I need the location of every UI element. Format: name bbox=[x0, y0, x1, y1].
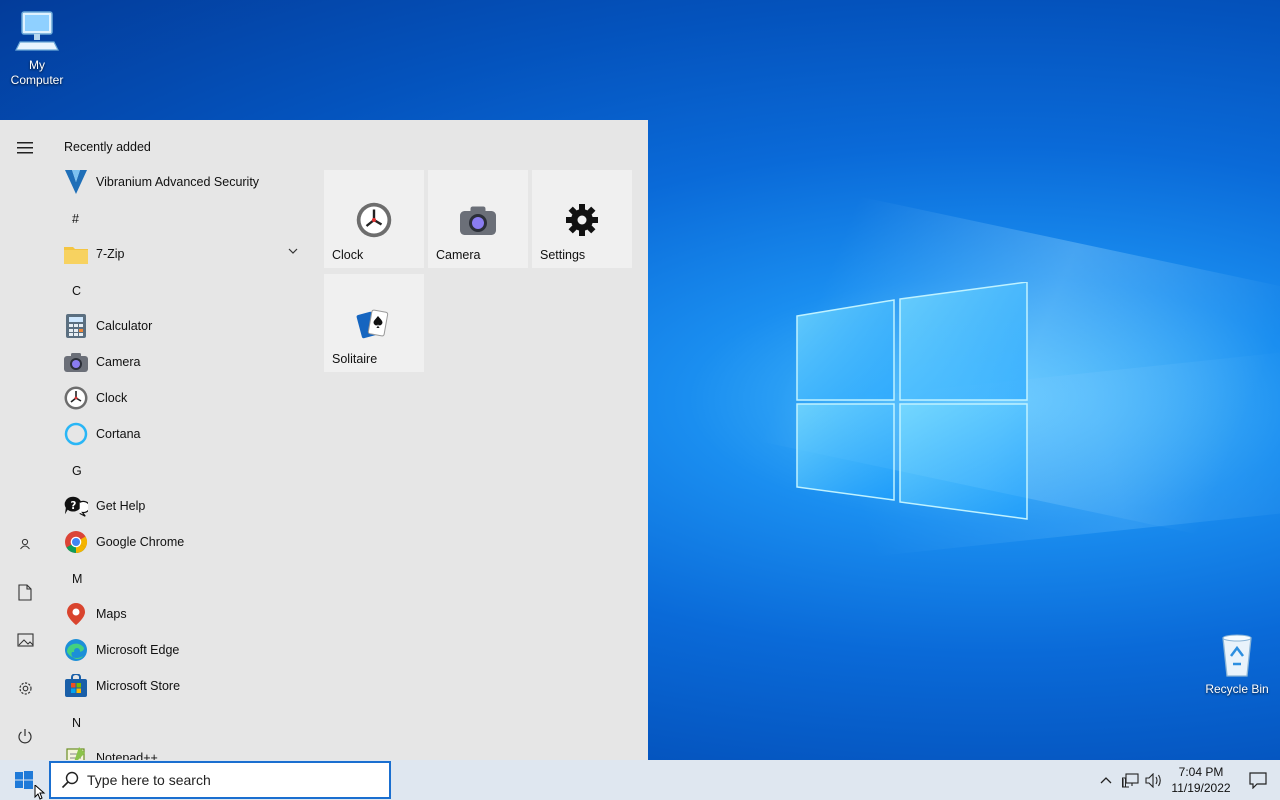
clock-icon bbox=[354, 200, 394, 240]
rail-power-button[interactable] bbox=[0, 716, 50, 756]
group-header-n[interactable]: N bbox=[72, 716, 81, 730]
tile-settings[interactable]: Settings bbox=[532, 170, 632, 268]
rail-settings-button[interactable] bbox=[0, 668, 50, 708]
app-item-label: Microsoft Edge bbox=[96, 643, 180, 657]
rail-pictures-button[interactable] bbox=[0, 620, 50, 660]
show-hidden-icons-button[interactable] bbox=[1094, 760, 1118, 800]
volume-icon bbox=[1145, 772, 1161, 788]
camera-icon bbox=[458, 200, 498, 240]
app-item-label: Google Chrome bbox=[96, 535, 185, 549]
action-center-icon bbox=[1249, 771, 1267, 789]
recently-added-header: Recently added bbox=[64, 140, 151, 154]
folder-icon bbox=[64, 242, 88, 266]
action-center-button[interactable] bbox=[1236, 760, 1280, 800]
windows-logo-icon bbox=[15, 771, 33, 789]
desktop-icon-my-computer[interactable]: My Computer bbox=[0, 8, 74, 88]
app-item-label: Notepad++ bbox=[96, 751, 158, 760]
rail-user-button[interactable] bbox=[0, 524, 50, 564]
network-icon bbox=[1121, 772, 1139, 788]
desktop-icon-label: Recycle Bin bbox=[1205, 682, 1269, 696]
chevron-down-icon[interactable] bbox=[288, 248, 298, 254]
app-item-notepad-plus-plus[interactable]: Notepad++ bbox=[52, 740, 308, 760]
app-item-label: Camera bbox=[96, 355, 141, 369]
app-item-maps[interactable]: Maps bbox=[52, 596, 308, 632]
wallpaper-windows-logo bbox=[796, 282, 1028, 520]
taskbar: Type here to search 7:04 PM 11/19/2022 bbox=[0, 760, 1280, 800]
computer-icon bbox=[15, 11, 59, 51]
chevron-up-icon bbox=[1100, 777, 1112, 784]
clock-time: 7:04 PM bbox=[1178, 765, 1224, 779]
app-item-label: Vibranium Advanced Security bbox=[96, 175, 260, 189]
system-tray: 7:04 PM 11/19/2022 bbox=[1094, 760, 1280, 800]
camera-icon bbox=[64, 350, 88, 374]
app-item-microsoft-edge[interactable]: Microsoft Edge bbox=[52, 632, 308, 668]
cortana-icon bbox=[64, 422, 88, 446]
group-header-c[interactable]: C bbox=[72, 284, 81, 298]
search-box[interactable]: Type here to search bbox=[49, 761, 391, 799]
app-item-cortana[interactable]: Cortana bbox=[52, 416, 308, 452]
solitaire-icon bbox=[354, 304, 394, 344]
group-header-hash[interactable]: # bbox=[72, 212, 79, 226]
hamburger-menu-button[interactable] bbox=[0, 128, 50, 168]
user-icon bbox=[20, 538, 30, 550]
rail-documents-button[interactable] bbox=[0, 572, 50, 612]
app-list: Recently added Vibranium Advanced Securi… bbox=[52, 120, 310, 760]
power-icon bbox=[18, 729, 32, 744]
hamburger-icon bbox=[17, 142, 33, 154]
store-icon bbox=[64, 674, 88, 698]
recycle-bin-icon bbox=[1222, 634, 1252, 677]
tile-label: Camera bbox=[436, 248, 481, 262]
app-item-7zip[interactable]: 7-Zip bbox=[52, 236, 308, 272]
app-item-clock[interactable]: Clock bbox=[52, 380, 308, 416]
app-item-calculator[interactable]: Calculator bbox=[52, 308, 308, 344]
taskbar-clock[interactable]: 7:04 PM 11/19/2022 bbox=[1166, 764, 1236, 796]
app-item-vibranium[interactable]: Vibranium Advanced Security bbox=[52, 164, 308, 200]
group-header-g[interactable]: G bbox=[72, 464, 82, 478]
tile-solitaire[interactable]: Solitaire bbox=[324, 274, 424, 372]
calculator-icon bbox=[64, 314, 88, 338]
clock-icon bbox=[64, 386, 88, 410]
app-item-label: 7-Zip bbox=[96, 247, 125, 261]
app-item-label: Cortana bbox=[96, 427, 141, 441]
app-item-microsoft-store[interactable]: Microsoft Store bbox=[52, 668, 308, 704]
gear-icon bbox=[562, 200, 602, 240]
vibranium-icon bbox=[64, 170, 88, 194]
volume-button[interactable] bbox=[1142, 760, 1166, 800]
tile-camera[interactable]: Camera bbox=[428, 170, 528, 268]
document-icon bbox=[18, 583, 32, 601]
desktop-icon-recycle-bin[interactable]: Recycle Bin bbox=[1200, 632, 1274, 697]
app-item-get-help[interactable]: ? Get Help bbox=[52, 488, 308, 524]
app-item-label: Calculator bbox=[96, 319, 153, 333]
tile-label: Settings bbox=[540, 248, 586, 262]
app-item-camera[interactable]: Camera bbox=[52, 344, 308, 380]
group-header-m[interactable]: M bbox=[72, 572, 82, 586]
app-item-label: Get Help bbox=[96, 499, 146, 513]
notepad-icon bbox=[64, 746, 88, 760]
app-item-label: Microsoft Store bbox=[96, 679, 181, 693]
app-item-google-chrome[interactable]: Google Chrome bbox=[52, 524, 308, 560]
maps-icon bbox=[64, 602, 88, 626]
svg-text:?: ? bbox=[70, 501, 76, 512]
mouse-cursor bbox=[34, 785, 46, 800]
search-icon bbox=[61, 771, 79, 789]
app-item-label: Maps bbox=[96, 607, 127, 621]
tile-label: Solitaire bbox=[332, 352, 378, 366]
start-menu: Recently added Vibranium Advanced Securi… bbox=[0, 120, 648, 760]
pictures-icon bbox=[16, 633, 34, 647]
search-placeholder: Type here to search bbox=[87, 772, 211, 788]
edge-icon bbox=[64, 638, 88, 662]
settings-icon bbox=[18, 681, 32, 695]
clock-date: 11/19/2022 bbox=[1171, 781, 1231, 795]
chrome-icon bbox=[64, 530, 88, 554]
app-item-label: Clock bbox=[96, 391, 128, 405]
tile-clock[interactable]: Clock bbox=[324, 170, 424, 268]
start-rail bbox=[0, 120, 50, 760]
help-icon: ? bbox=[64, 494, 88, 518]
network-button[interactable] bbox=[1118, 760, 1142, 800]
desktop-icon-label: My Computer bbox=[10, 58, 64, 87]
tile-label: Clock bbox=[332, 248, 364, 262]
